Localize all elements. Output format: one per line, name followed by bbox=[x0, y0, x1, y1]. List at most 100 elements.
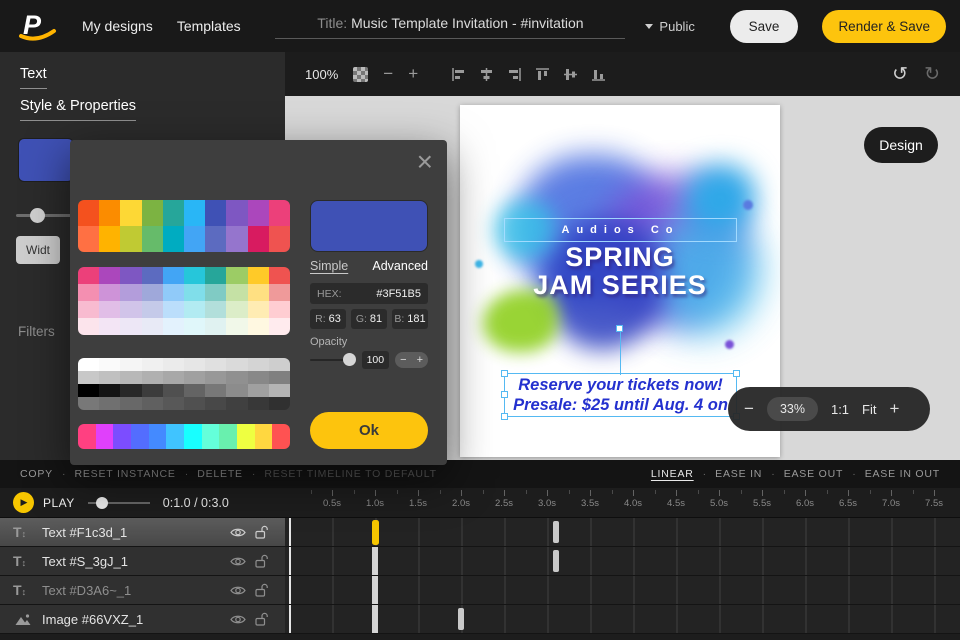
color-swatch[interactable] bbox=[149, 424, 167, 449]
nav-my-designs[interactable]: My designs bbox=[82, 18, 153, 34]
close-icon[interactable]: × bbox=[417, 148, 433, 176]
color-swatch[interactable] bbox=[166, 424, 184, 449]
color-swatch[interactable] bbox=[99, 371, 120, 384]
color-swatch[interactable] bbox=[78, 397, 99, 410]
undo-icon[interactable]: ↺ bbox=[892, 63, 908, 86]
color-swatch[interactable] bbox=[99, 200, 120, 226]
opacity-increment-button[interactable]: + bbox=[412, 354, 428, 366]
color-swatch[interactable] bbox=[78, 226, 99, 252]
track-label-3[interactable]: Image #66VXZ_1 bbox=[0, 605, 285, 633]
color-swatch[interactable] bbox=[120, 397, 141, 410]
ok-button[interactable]: Ok bbox=[310, 412, 428, 449]
color-swatch[interactable] bbox=[269, 284, 290, 301]
align-bottom-icon[interactable] bbox=[591, 67, 606, 82]
color-swatch[interactable] bbox=[99, 397, 120, 410]
color-swatch[interactable] bbox=[237, 424, 255, 449]
color-swatch[interactable] bbox=[248, 284, 269, 301]
color-swatch[interactable] bbox=[248, 397, 269, 410]
track-label-2[interactable]: T↕Text #D3A6~_1 bbox=[0, 576, 285, 604]
action-ease-in[interactable]: EASE IN bbox=[715, 468, 762, 480]
playhead-marker[interactable] bbox=[372, 520, 379, 545]
title-text-line1[interactable]: SPRING bbox=[460, 242, 780, 273]
align-top-icon[interactable] bbox=[535, 67, 550, 82]
color-swatch[interactable] bbox=[184, 318, 205, 335]
color-swatch[interactable] bbox=[120, 384, 141, 397]
title-text-line2[interactable]: JAM SERIES bbox=[460, 270, 780, 301]
color-swatch[interactable] bbox=[96, 424, 114, 449]
canvas-zoom-value[interactable]: 33% bbox=[767, 397, 818, 421]
color-swatch[interactable] bbox=[99, 384, 120, 397]
nav-templates[interactable]: Templates bbox=[177, 18, 241, 34]
color-swatch[interactable] bbox=[142, 267, 163, 284]
color-swatch[interactable] bbox=[248, 358, 269, 371]
color-swatch[interactable] bbox=[205, 384, 226, 397]
color-swatch[interactable] bbox=[226, 358, 247, 371]
color-swatch[interactable] bbox=[226, 371, 247, 384]
color-swatch[interactable] bbox=[120, 284, 141, 301]
action-linear[interactable]: LINEAR bbox=[651, 468, 694, 480]
color-swatch[interactable] bbox=[269, 397, 290, 410]
color-swatch[interactable] bbox=[269, 384, 290, 397]
color-swatch[interactable] bbox=[78, 284, 99, 301]
color-swatch[interactable] bbox=[120, 301, 141, 318]
action-delete[interactable]: DELETE bbox=[197, 468, 243, 480]
tab-text[interactable]: Text bbox=[20, 66, 47, 89]
action-reset-timeline-to-default[interactable]: RESET TIMELINE TO DEFAULT bbox=[264, 468, 437, 480]
color-swatch[interactable] bbox=[142, 371, 163, 384]
track-label-1[interactable]: T↕Text #S_3gJ_1 bbox=[0, 547, 285, 575]
eye-icon[interactable] bbox=[230, 585, 246, 596]
color-swatch[interactable] bbox=[142, 397, 163, 410]
color-swatch[interactable] bbox=[184, 284, 205, 301]
zoom-out-button[interactable]: − bbox=[383, 64, 393, 84]
visibility-dropdown[interactable]: Public bbox=[645, 19, 694, 34]
unlock-icon[interactable] bbox=[255, 583, 269, 597]
opacity-value[interactable]: 100 bbox=[362, 351, 390, 369]
fill-color-swatch[interactable] bbox=[18, 138, 74, 182]
color-swatch[interactable] bbox=[99, 318, 120, 335]
color-swatch[interactable] bbox=[163, 200, 184, 226]
align-left-icon[interactable] bbox=[451, 67, 466, 82]
color-swatch[interactable] bbox=[248, 318, 269, 335]
canvas-zoom-out-button[interactable]: − bbox=[744, 399, 754, 419]
eye-icon[interactable] bbox=[230, 614, 246, 625]
color-swatch[interactable] bbox=[184, 424, 202, 449]
color-swatch[interactable] bbox=[142, 284, 163, 301]
blue-input[interactable]: B: 181 bbox=[392, 309, 428, 329]
transparency-checker-icon[interactable] bbox=[353, 67, 368, 82]
color-swatch[interactable] bbox=[226, 284, 247, 301]
color-swatch[interactable] bbox=[269, 200, 290, 226]
brand-text-element[interactable]: Audios Co bbox=[504, 218, 737, 242]
opacity-slider-knob[interactable] bbox=[343, 353, 356, 366]
color-swatch[interactable] bbox=[99, 358, 120, 371]
color-swatch[interactable] bbox=[184, 301, 205, 318]
color-swatch[interactable] bbox=[113, 424, 131, 449]
color-swatch[interactable] bbox=[163, 267, 184, 284]
color-swatch[interactable] bbox=[226, 267, 247, 284]
track-lane[interactable] bbox=[285, 605, 960, 633]
color-swatch[interactable] bbox=[248, 384, 269, 397]
play-button[interactable]: ▶ bbox=[13, 492, 34, 513]
color-swatch[interactable] bbox=[205, 397, 226, 410]
color-swatch[interactable] bbox=[248, 301, 269, 318]
color-swatch[interactable] bbox=[269, 371, 290, 384]
color-swatch[interactable] bbox=[142, 358, 163, 371]
color-swatch[interactable] bbox=[226, 200, 247, 226]
color-swatch[interactable] bbox=[78, 371, 99, 384]
red-input[interactable]: R: 63 bbox=[310, 309, 346, 329]
action-copy[interactable]: COPY bbox=[20, 468, 53, 480]
color-swatch[interactable] bbox=[78, 424, 96, 449]
color-swatch[interactable] bbox=[163, 301, 184, 318]
eye-icon[interactable] bbox=[230, 527, 246, 538]
color-swatch[interactable] bbox=[78, 318, 99, 335]
save-button[interactable]: Save bbox=[730, 10, 799, 43]
color-swatch[interactable] bbox=[219, 424, 237, 449]
color-swatch[interactable] bbox=[120, 358, 141, 371]
color-swatch[interactable] bbox=[255, 424, 273, 449]
color-swatch[interactable] bbox=[226, 226, 247, 252]
align-right-icon[interactable] bbox=[507, 67, 522, 82]
color-swatch[interactable] bbox=[184, 371, 205, 384]
tab-simple[interactable]: Simple bbox=[310, 259, 348, 273]
color-swatch[interactable] bbox=[78, 200, 99, 226]
unlock-icon[interactable] bbox=[255, 612, 269, 626]
track-label-0[interactable]: T↕Text #F1c3d_1 bbox=[0, 518, 285, 546]
